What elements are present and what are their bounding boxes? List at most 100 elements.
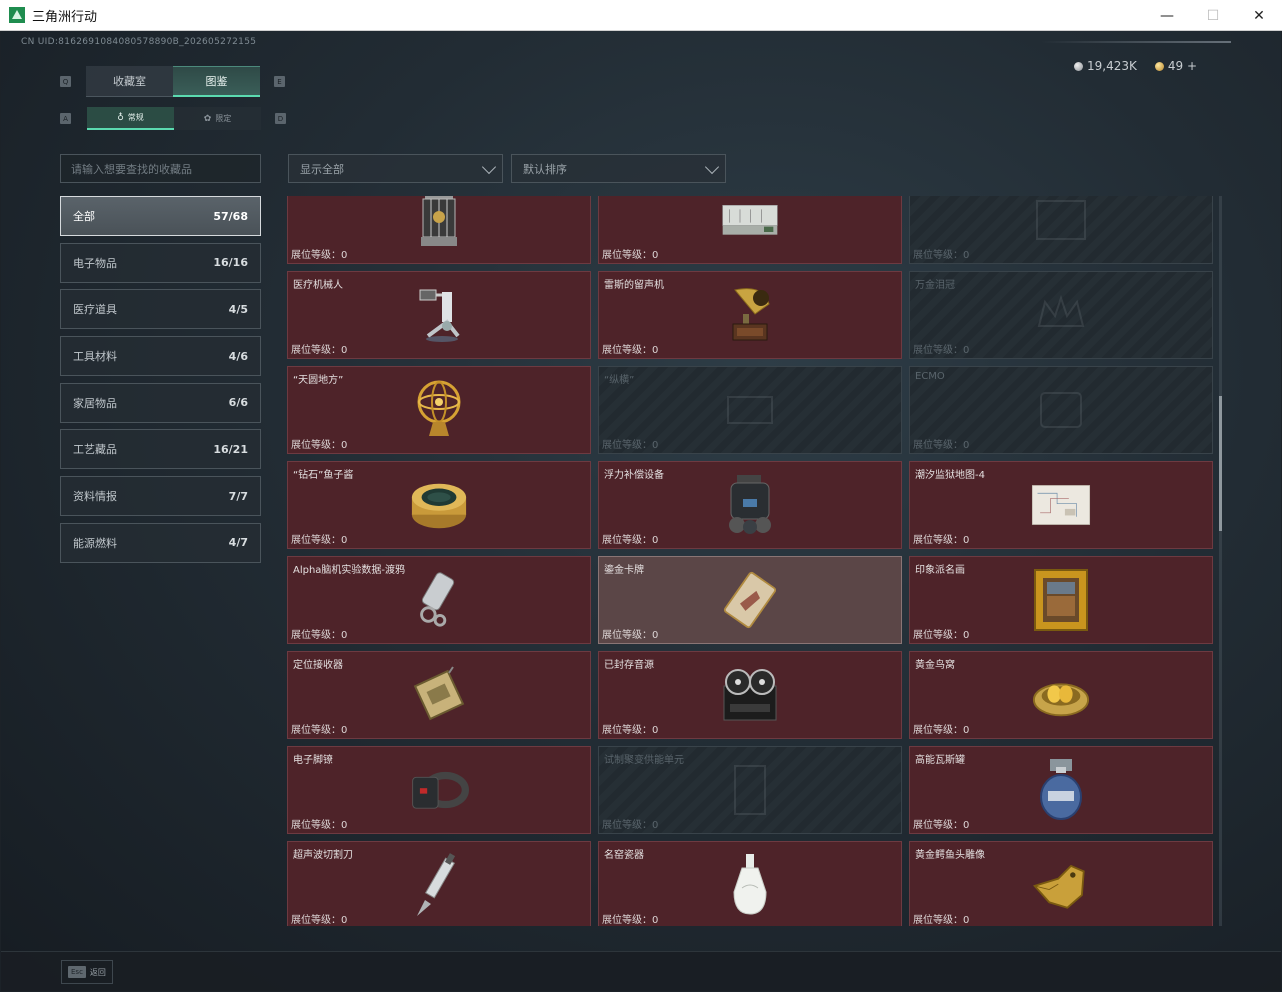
category-count: 57/68 (213, 209, 248, 223)
collection-card[interactable]: “钻石”鱼子酱 展位等级：0 (287, 461, 591, 549)
card-level-value: 0 (652, 535, 659, 546)
card-level: 展位等级：0 (602, 721, 658, 736)
category-label: 工艺藏品 (73, 443, 117, 457)
category-item[interactable]: 工艺藏品 16/21 (60, 429, 261, 470)
decorative-line (1041, 41, 1231, 43)
card-level-label: 展位等级： (291, 915, 341, 926)
card-level-value: 0 (652, 250, 659, 261)
esc-key-icon: Esc (68, 966, 86, 978)
card-level-label: 展位等级： (602, 820, 652, 831)
key-a-hint: A (60, 113, 71, 124)
map-icon (1031, 475, 1091, 535)
category-item[interactable]: 资料情报 7/7 (60, 476, 261, 517)
collection-card[interactable]: 展位等级：0 (909, 196, 1213, 264)
card-level-label: 展位等级： (602, 250, 652, 261)
filter-select[interactable]: 显示全部 (288, 154, 503, 183)
category-item[interactable]: 电子物品 16/16 (60, 242, 261, 283)
card-level-label: 展位等级： (913, 725, 963, 736)
tab-limited[interactable]: ✿ 限定 (174, 107, 261, 130)
card-level-value: 0 (963, 820, 970, 831)
collection-card[interactable]: “纵横” 展位等级：0 (598, 366, 902, 454)
card-level-value: 0 (652, 630, 659, 641)
collection-card[interactable]: 定位接收器 展位等级：0 (287, 651, 591, 739)
collection-card[interactable]: 高能瓦斯罐 展位等级：0 (909, 746, 1213, 834)
card-level-label: 展位等级： (291, 535, 341, 546)
collection-card[interactable]: 黄金鳄鱼头雕像 展位等级：0 (909, 841, 1213, 926)
card-name: 黄金鳄鱼头雕像 (915, 850, 985, 861)
scrollbar-thumb[interactable] (1219, 396, 1222, 531)
collection-card[interactable]: 超声波切割刀 展位等级：0 (287, 841, 591, 926)
collection-card[interactable]: 电子脚镣 展位等级：0 (287, 746, 591, 834)
diving-gear-icon (720, 475, 780, 535)
collection-card[interactable]: 试制聚变供能单元展位等级：0 (598, 746, 902, 834)
card-level: 展位等级：0 (291, 911, 347, 926)
collection-card[interactable]: ECMO 展位等级：0 (909, 366, 1213, 454)
card-name: 试制聚变供能单元 (604, 755, 684, 766)
card-name: 浮力补偿设备 (604, 470, 664, 481)
card-level: 展位等级：0 (913, 721, 969, 736)
category-count: 6/6 (228, 396, 248, 410)
card-level: 展位等级：0 (602, 816, 658, 831)
gold-currency[interactable]: 49 + (1154, 59, 1197, 73)
category-label: 医疗道具 (73, 303, 117, 317)
back-button[interactable]: Esc 返回 (61, 960, 113, 984)
sub-tabs: ♁ 常规 ✿ 限定 (87, 107, 261, 130)
collection-card[interactable]: 万金泪冠 展位等级：0 (909, 271, 1213, 359)
card-level: 展位等级：0 (913, 626, 969, 641)
category-item[interactable]: 家居物品 6/6 (60, 382, 261, 423)
close-button[interactable]: ✕ (1236, 0, 1282, 31)
collection-card[interactable]: 印象派名画 展位等级：0 (909, 556, 1213, 644)
category-item[interactable]: 工具材料 4/6 (60, 336, 261, 377)
search-input[interactable]: 请输入想要查找的收藏品 (60, 154, 261, 183)
window-title: 三角洲行动 (32, 9, 98, 25)
card-level: 展位等级：0 (602, 436, 658, 451)
tab-regular[interactable]: ♁ 常规 (87, 107, 174, 130)
sort-value: 默认排序 (523, 162, 567, 176)
tab-codex[interactable]: 图鉴 (173, 66, 260, 97)
server-case-icon (720, 196, 780, 250)
collection-card[interactable]: 已封存音源 展位等级：0 (598, 651, 902, 739)
collection-card[interactable]: “天圆地方” 展位等级：0 (287, 366, 591, 454)
sort-select[interactable]: 默认排序 (511, 154, 726, 183)
card-level-label: 展位等级： (913, 820, 963, 831)
maximize-button[interactable]: ☐ (1190, 0, 1236, 31)
golden-nest-icon (1031, 665, 1091, 725)
filter-value: 显示全部 (300, 162, 344, 176)
collection-card[interactable]: 展位等级：0 (287, 196, 591, 264)
collection-card[interactable]: 黄金鸟窝 展位等级：0 (909, 651, 1213, 739)
crown-icon (1031, 285, 1091, 345)
card-level: 展位等级：0 (291, 341, 347, 356)
card-icon (720, 570, 780, 630)
category-item[interactable]: 全部 57/68 (60, 196, 261, 236)
chevron-down-icon (481, 159, 497, 175)
collection-grid: 展位等级：0 展位等级：0 展位等级：0 医疗机械人 展位等级：0 雷斯的留声机 展位等级：… (287, 196, 1213, 926)
category-list: 全部 57/68 电子物品 16/16 医疗道具 4/5 工具材料 4/6 家居物品 6/6 工艺藏… (60, 196, 261, 570)
category-item[interactable]: 能源燃料 4/7 (60, 522, 261, 563)
collection-card[interactable]: 医疗机械人 展位等级：0 (287, 271, 591, 359)
category-count: 7/7 (228, 489, 248, 503)
collection-card[interactable]: 浮力补偿设备 展位等级：0 (598, 461, 902, 549)
silver-currency: 19,423K (1074, 59, 1137, 73)
card-level-label: 展位等级： (913, 915, 963, 926)
collection-card[interactable]: 雷斯的留声机 展位等级：0 (598, 271, 902, 359)
collection-card[interactable]: 潮汐监狱地图-4 展位等级：0 (909, 461, 1213, 549)
card-level-value: 0 (963, 725, 970, 736)
painting-icon (1031, 569, 1091, 631)
category-item[interactable]: 医疗道具 4/5 (60, 289, 261, 330)
tab-regular-label: 常规 (127, 113, 144, 122)
collection-card[interactable]: 展位等级：0 (598, 196, 902, 264)
card-level-value: 0 (963, 440, 970, 451)
card-level-label: 展位等级： (913, 250, 963, 261)
card-level: 展位等级：0 (913, 341, 969, 356)
collection-card[interactable]: 名窑瓷器 展位等级：0 (598, 841, 902, 926)
card-level-value: 0 (652, 915, 659, 926)
scrollbar[interactable] (1219, 196, 1222, 926)
collection-card[interactable]: 鎏金卡牌 展位等级：0 (598, 556, 902, 644)
regular-icon: ♁ (117, 112, 124, 123)
collection-card[interactable]: Alpha脑机实验数据-渡鸦 展位等级：0 (287, 556, 591, 644)
card-name: 潮汐监狱地图-4 (915, 470, 985, 481)
tab-collection-room[interactable]: 收藏室 (86, 66, 173, 97)
gas-canister-icon (1031, 759, 1091, 820)
currency-bar: 19,423K 49 + (1074, 59, 1197, 73)
minimize-button[interactable]: — (1144, 0, 1190, 31)
